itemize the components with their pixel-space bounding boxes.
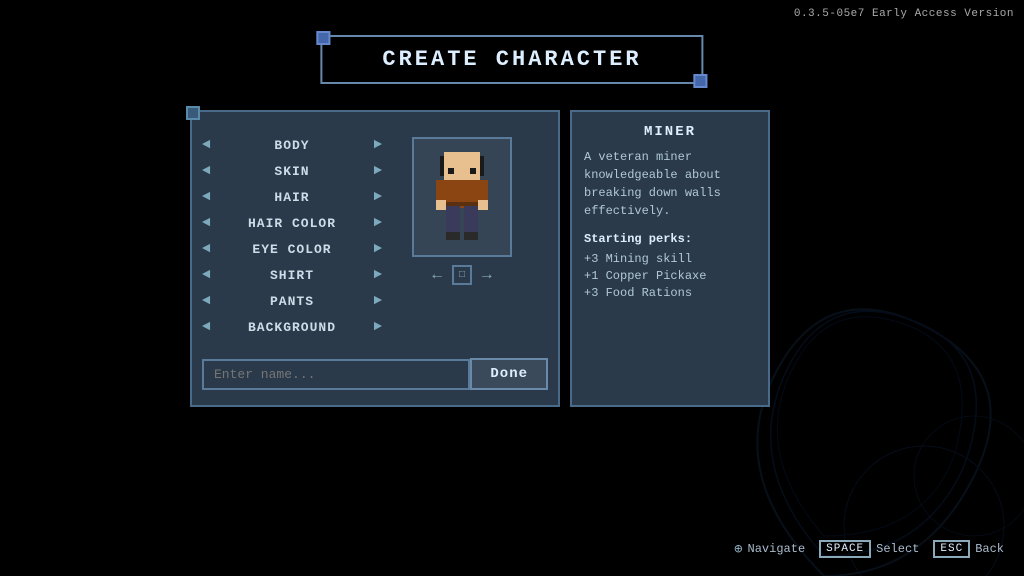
- char-eye-right: [470, 168, 476, 174]
- option-label-6: PANTS: [210, 294, 373, 309]
- arrow-left-3[interactable]: ◄: [202, 215, 210, 231]
- arrow-right-4[interactable]: ►: [374, 241, 382, 257]
- select-label: Select: [876, 542, 919, 556]
- char-hand-left: [436, 200, 446, 210]
- char-boot-right: [464, 232, 478, 240]
- bottom-area: Done: [192, 350, 558, 395]
- option-label-3: HAIR COLOR: [210, 216, 373, 231]
- option-label-1: SKIN: [210, 164, 373, 179]
- option-row-shirt[interactable]: ◄SHIRT►: [192, 262, 392, 288]
- version-label: 0.3.5-05e7 Early Access Version: [794, 8, 1014, 20]
- arrow-left-0[interactable]: ◄: [202, 137, 210, 153]
- option-label-0: BODY: [210, 138, 373, 153]
- arrow-right-0[interactable]: ►: [374, 137, 382, 153]
- perk-item-0: +3 Mining skill: [584, 252, 756, 266]
- sprite-ctrl-icon: □: [459, 270, 465, 281]
- arrow-right-2[interactable]: ►: [374, 189, 382, 205]
- option-row-pants[interactable]: ◄PANTS►: [192, 288, 392, 314]
- option-label-5: SHIRT: [210, 268, 373, 283]
- option-row-skin[interactable]: ◄SKIN►: [192, 158, 392, 184]
- arrow-left-4[interactable]: ◄: [202, 241, 210, 257]
- perks-list: +3 Mining skill +1 Copper Pickaxe +3 Food …: [584, 252, 756, 300]
- page-title: CREATE CHARACTER: [382, 47, 641, 72]
- perk-item-2: +3 Food Rations: [584, 286, 756, 300]
- char-pants-left: [446, 206, 460, 232]
- main-area: ◄BODY►◄SKIN►◄HAIR►◄HAIR COLOR►◄EYE COLOR…: [190, 110, 770, 407]
- class-description: A veteran miner knowledgeable about brea…: [584, 148, 756, 220]
- dpad-icon: ⊕: [734, 541, 742, 558]
- option-row-eye-color[interactable]: ◄EYE COLOR►: [192, 236, 392, 262]
- class-name: MINER: [584, 124, 756, 140]
- character-preview: ← □ →: [392, 127, 532, 345]
- char-eye-left: [448, 168, 454, 174]
- arrow-left-6[interactable]: ◄: [202, 293, 210, 309]
- done-button[interactable]: Done: [470, 358, 548, 390]
- char-head: [444, 152, 480, 180]
- char-hand-right: [478, 200, 488, 210]
- back-label: Back: [975, 542, 1004, 556]
- arrow-left-5[interactable]: ◄: [202, 267, 210, 283]
- back-hint: ESC Back: [933, 540, 1004, 558]
- right-panel: MINER A veteran miner knowledgeable abou…: [570, 110, 770, 407]
- arrow-right-5[interactable]: ►: [374, 267, 382, 283]
- char-boot-left: [446, 232, 460, 240]
- char-arm-right: [478, 180, 488, 202]
- option-label-7: BACKGROUND: [210, 320, 373, 335]
- title-container: CREATE CHARACTER: [320, 35, 703, 84]
- perks-title: Starting perks:: [584, 232, 756, 246]
- sprite-prev-button[interactable]: ←: [432, 266, 442, 284]
- options-list: ◄BODY►◄SKIN►◄HAIR►◄HAIR COLOR►◄EYE COLOR…: [192, 127, 392, 345]
- select-hint: SPACE Select: [819, 540, 919, 558]
- navigate-label: Navigate: [748, 542, 806, 556]
- arrow-right-3[interactable]: ►: [374, 215, 382, 231]
- option-label-2: HAIR: [210, 190, 373, 205]
- perk-item-1: +1 Copper Pickaxe: [584, 269, 756, 283]
- char-arm-left: [436, 180, 446, 202]
- name-input[interactable]: [202, 359, 470, 390]
- arrow-left-1[interactable]: ◄: [202, 163, 210, 179]
- sprite-container: [412, 137, 512, 257]
- arrow-left-2[interactable]: ◄: [202, 189, 210, 205]
- option-row-background[interactable]: ◄BACKGROUND►: [192, 314, 392, 340]
- option-row-hair-color[interactable]: ◄HAIR COLOR►: [192, 210, 392, 236]
- pixel-character: [432, 152, 492, 242]
- sprite-ctrl-box[interactable]: □: [452, 265, 472, 285]
- sprite-controls: ← □ →: [432, 265, 491, 285]
- esc-key: ESC: [933, 540, 970, 558]
- nav-hints: ⊕ Navigate SPACE Select ESC Back: [734, 540, 1004, 558]
- option-row-hair[interactable]: ◄HAIR►: [192, 184, 392, 210]
- options-area: ◄BODY►◄SKIN►◄HAIR►◄HAIR COLOR►◄EYE COLOR…: [192, 127, 558, 345]
- navigate-hint: ⊕ Navigate: [734, 541, 805, 558]
- char-pants-right: [464, 206, 478, 232]
- arrow-right-6[interactable]: ►: [374, 293, 382, 309]
- left-panel: ◄BODY►◄SKIN►◄HAIR►◄HAIR COLOR►◄EYE COLOR…: [190, 110, 560, 407]
- option-row-body[interactable]: ◄BODY►: [192, 132, 392, 158]
- space-key: SPACE: [819, 540, 871, 558]
- arrow-right-1[interactable]: ►: [374, 163, 382, 179]
- arrow-left-7[interactable]: ◄: [202, 319, 210, 335]
- arrow-right-7[interactable]: ►: [374, 319, 382, 335]
- sprite-next-button[interactable]: →: [482, 266, 492, 284]
- char-hair-side-right: [480, 156, 484, 176]
- option-label-4: EYE COLOR: [210, 242, 373, 257]
